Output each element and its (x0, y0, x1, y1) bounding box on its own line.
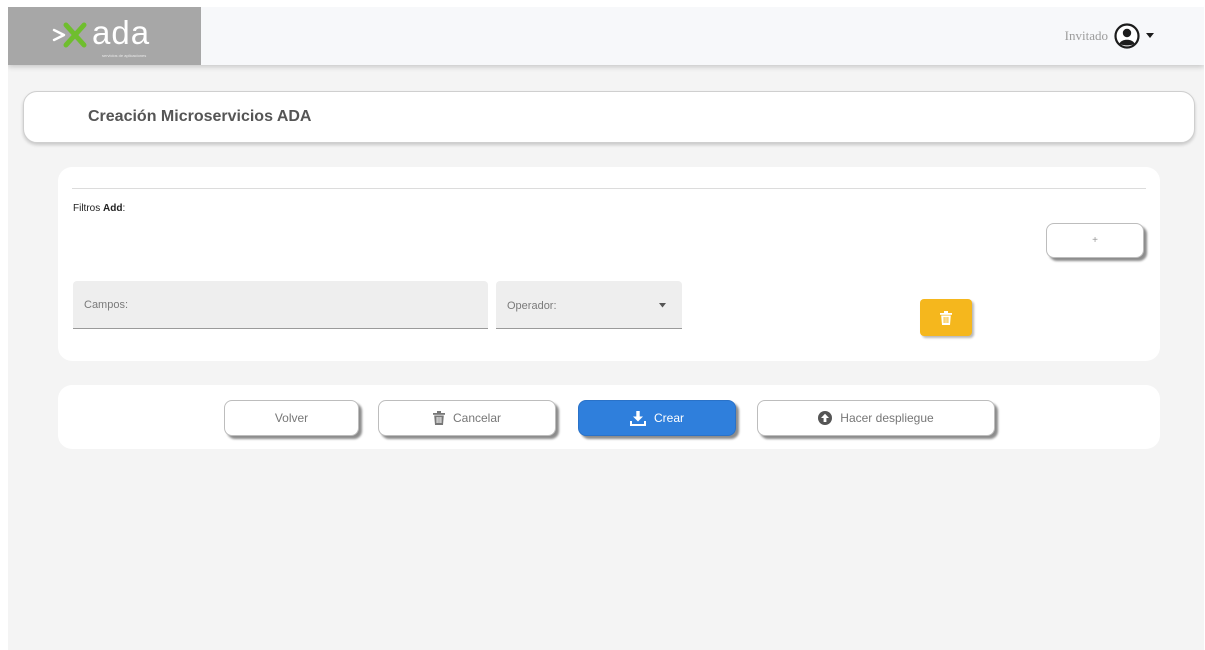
operador-select[interactable]: Operador: (496, 281, 682, 329)
crear-button[interactable]: Crear (578, 400, 736, 436)
top-navbar: ada servicios de aplicaciones Invitado (8, 7, 1204, 65)
user-name: Invitado (1064, 28, 1108, 43)
user-menu[interactable]: Invitado (1065, 23, 1154, 49)
volver-button[interactable]: Volver (224, 400, 359, 436)
filters-card: Filtros Add: + Operador: (58, 167, 1160, 361)
deploy-button[interactable]: Hacer despliegue (757, 400, 995, 436)
upload-circle-icon (818, 411, 833, 425)
filters-label-strong: Add (103, 203, 123, 214)
logo-tagline: servicios de aplicaciones (102, 53, 147, 58)
volver-label: Volver (274, 411, 309, 425)
delete-filter-button[interactable] (920, 299, 972, 336)
divider (72, 188, 1146, 189)
filters-label-prefix: Filtros (73, 203, 101, 214)
campos-input[interactable] (73, 281, 488, 328)
user-circle-icon[interactable] (1114, 23, 1140, 49)
ada-logo-icon (52, 22, 87, 48)
filters-label: Filtros Add: (73, 203, 125, 214)
app-window: ada servicios de aplicaciones Invitado C… (8, 7, 1204, 650)
deploy-label: Hacer despliegue (840, 411, 934, 425)
download-icon (629, 410, 646, 426)
operador-label: Operador: (507, 300, 557, 312)
campos-field[interactable] (73, 281, 488, 329)
crear-label: Crear (653, 411, 684, 425)
logo[interactable]: ada servicios de aplicaciones (8, 7, 201, 65)
logo-text: ada (92, 14, 151, 51)
actions-card: Volver Cancelar Crear Hacer despliegue (58, 385, 1160, 449)
trash-icon (432, 411, 445, 425)
cancelar-button[interactable]: Cancelar (378, 400, 556, 436)
caret-down-icon[interactable] (1146, 33, 1154, 39)
chevron-down-icon (659, 303, 666, 308)
filters-label-suffix: : (122, 203, 126, 214)
title-card: Creación Microservicios ADA (23, 91, 1195, 143)
trash-icon (940, 310, 952, 325)
page-title: Creación Microservicios ADA (88, 108, 312, 125)
add-filter-button[interactable]: + (1046, 223, 1144, 258)
cancelar-label: Cancelar (452, 411, 502, 425)
